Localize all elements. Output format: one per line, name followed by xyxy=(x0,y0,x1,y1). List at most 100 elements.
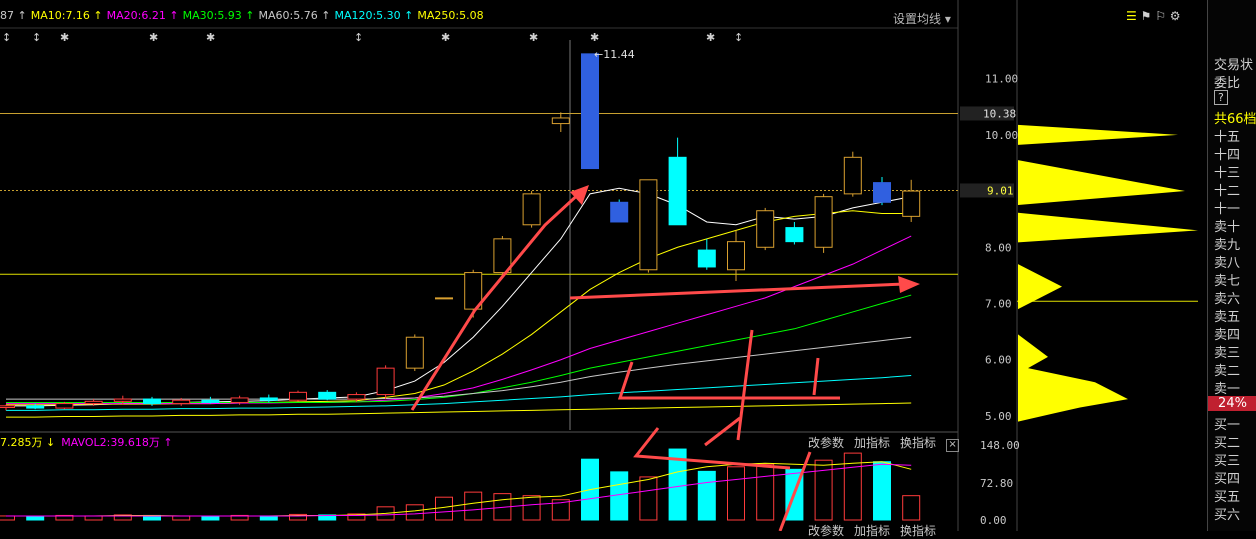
profile-bar xyxy=(1018,212,1198,243)
candle xyxy=(405,334,424,371)
event-marker: ✱ xyxy=(60,31,69,44)
candle-body xyxy=(785,227,804,243)
volume-bar xyxy=(84,515,103,521)
candle-body xyxy=(318,391,337,400)
price-tick-label: 8.00 xyxy=(985,241,1012,254)
order-book-row: 卖二 xyxy=(1214,364,1241,379)
order-book-row: 卖六 xyxy=(1214,292,1241,307)
candle xyxy=(55,401,74,410)
close-icon[interactable]: × xyxy=(946,439,960,452)
candle-body xyxy=(0,405,15,409)
volume-tick-label: 0.00 xyxy=(980,514,1007,527)
candle xyxy=(785,221,804,245)
candle xyxy=(639,179,658,273)
ma-line-ma120 xyxy=(6,374,912,411)
profile-bar xyxy=(1018,124,1178,145)
candlesticks xyxy=(0,53,921,411)
kline-chart[interactable]: 5.006.007.008.009.0010.0011.0010.389.01←… xyxy=(0,0,1256,531)
volume-bar xyxy=(814,459,833,521)
candle xyxy=(551,112,570,133)
candle-body xyxy=(113,398,132,402)
order-book-row: 十一 xyxy=(1214,202,1241,217)
volume-bars xyxy=(0,448,921,521)
candle xyxy=(668,137,687,226)
price-tick-label: 11.00 xyxy=(985,73,1018,86)
order-book-row: 卖三 xyxy=(1214,346,1241,361)
candle xyxy=(201,396,220,404)
settings-ma-button[interactable]: 设置均线 ▾ xyxy=(893,10,951,27)
volume-bar xyxy=(756,463,775,521)
order-book-panel: 交易状 委比? 共66档 十五 十四 十三 十二 十一 卖十 卖九 卖八 卖七 卖六 卖五 卖四 卖三 卖二 卖一… xyxy=(1207,0,1256,531)
candle-body xyxy=(814,196,833,248)
ma-legend-item: 87 ↑ xyxy=(0,9,27,22)
add-indicator-button-2[interactable]: 加指标 xyxy=(854,524,890,538)
event-marker: ✱ xyxy=(529,31,538,44)
list-icon[interactable]: ☰ xyxy=(1126,9,1137,23)
price-tick-label: 5.00 xyxy=(985,410,1012,423)
candle-body xyxy=(26,405,45,409)
order-book-row: 共66档 xyxy=(1214,112,1256,127)
ma-legend-item: MA20:6.21 ↑ xyxy=(106,9,179,22)
volume-bar xyxy=(26,515,45,521)
candle-body xyxy=(55,403,74,409)
candle-body xyxy=(756,210,775,248)
candle xyxy=(522,191,541,228)
ma-legend: 87 ↑ MA10:7.16 ↑ MA20:6.21 ↑ MA30:5.93 ↑ MA6… xyxy=(0,9,488,25)
candle xyxy=(727,230,745,282)
order-book-row: 买二 xyxy=(1214,436,1241,451)
candle-body xyxy=(289,391,307,401)
candle-body xyxy=(843,156,862,195)
candle xyxy=(318,390,337,401)
candle xyxy=(435,297,453,300)
order-book-row: 卖八 xyxy=(1214,256,1241,271)
candle-body xyxy=(259,397,278,401)
volume-profile xyxy=(1018,124,1198,422)
event-marker: ↕ xyxy=(32,31,41,44)
flag-icon[interactable]: ⚑ xyxy=(1141,9,1152,23)
candle-body xyxy=(668,156,687,226)
candle xyxy=(843,151,862,197)
high-label: 10.38 xyxy=(983,107,1016,120)
gear-icon[interactable]: ⚙ xyxy=(1170,9,1181,23)
candle-body xyxy=(435,297,453,300)
price-tick-label: 10.00 xyxy=(985,129,1018,142)
current-price-label: 9.01 xyxy=(987,184,1014,197)
candle xyxy=(697,238,716,270)
moving-average-lines xyxy=(6,187,912,418)
switch-indicator-button-2[interactable]: 换指标 xyxy=(900,524,936,538)
profile-bar xyxy=(1018,334,1128,422)
modify-params-button-2[interactable]: 改参数 xyxy=(808,524,844,538)
event-markers: ↕ ↕ ✱ ✱ ✱ ↕ ✱ ✱ ✱ ✱ ↕ xyxy=(2,31,743,44)
event-marker: ↕ xyxy=(734,31,743,44)
order-book-row: 卖五 xyxy=(1214,310,1241,325)
event-marker: ↕ xyxy=(354,31,363,44)
candle-body xyxy=(201,399,220,403)
order-book-row: 买五 xyxy=(1214,490,1241,505)
candle-body xyxy=(347,394,366,400)
candle xyxy=(814,193,833,253)
ma-legend-item: MA60:5.76 ↑ xyxy=(258,9,331,22)
modify-params-button[interactable]: 改参数 xyxy=(808,436,844,450)
order-book-row: 委比 xyxy=(1214,76,1241,91)
candle-body xyxy=(230,397,249,403)
annotation-arrow-right xyxy=(569,282,906,300)
order-book-row: 卖一 xyxy=(1214,382,1241,397)
volume-tick-label: 148.00 xyxy=(980,439,1020,452)
flag-outline-icon[interactable]: ⚐ xyxy=(1155,9,1166,23)
event-marker: ✱ xyxy=(590,31,599,44)
ma-line-ma30 xyxy=(6,294,912,403)
order-book-row: 十四 xyxy=(1214,148,1241,163)
volume-toolbar: 改参数 加指标 换指标 × xyxy=(808,434,969,452)
candle xyxy=(873,176,891,206)
switch-indicator-button[interactable]: 换指标 xyxy=(900,436,936,450)
volume-bar xyxy=(522,495,541,521)
add-indicator-button[interactable]: 加指标 xyxy=(854,436,890,450)
candle-body xyxy=(172,399,191,405)
candle xyxy=(581,53,599,170)
ma-line-ma60 xyxy=(6,336,912,400)
candle-body xyxy=(405,336,424,369)
candle-body xyxy=(551,117,570,125)
candle-body xyxy=(376,367,395,396)
volume-bar xyxy=(902,495,921,521)
volume-bar xyxy=(259,515,278,521)
